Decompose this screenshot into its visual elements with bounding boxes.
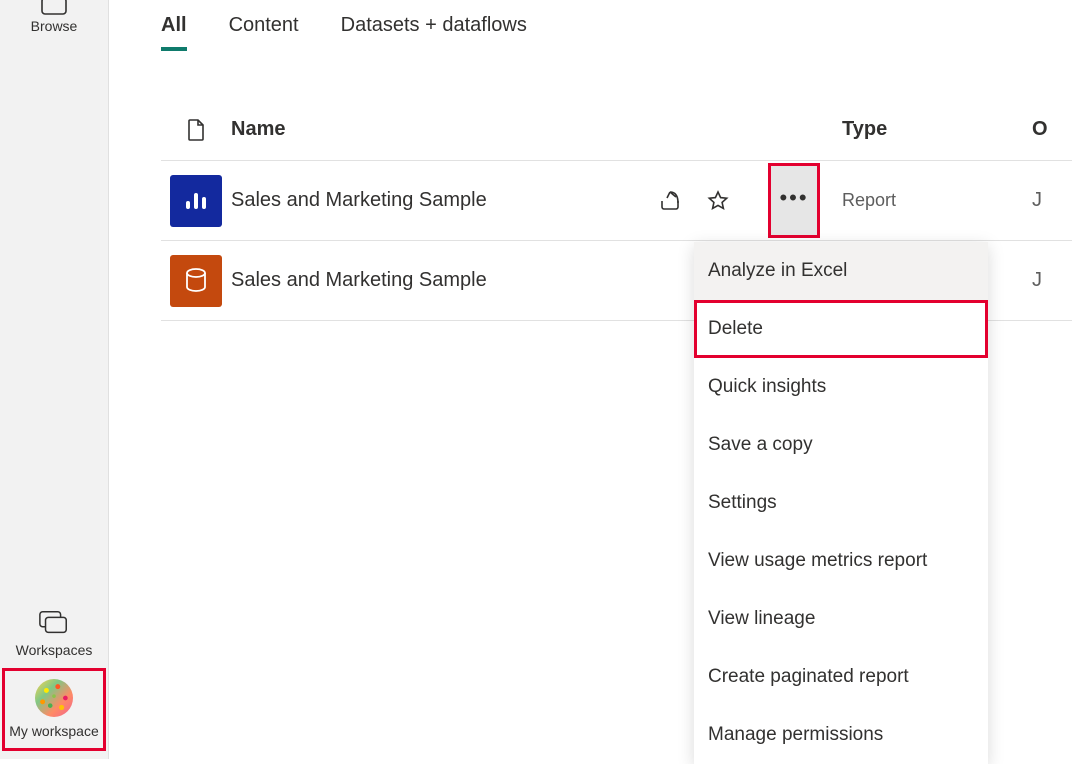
- menu-item-quick-insights[interactable]: Quick insights: [694, 358, 988, 416]
- file-icon: [186, 118, 206, 142]
- menu-item-save-copy[interactable]: Save a copy: [694, 416, 988, 474]
- avatar: [35, 679, 73, 717]
- share-button[interactable]: [650, 181, 690, 221]
- header-name[interactable]: Name: [231, 118, 650, 141]
- workspaces-icon: [38, 608, 70, 638]
- more-icon: •••: [779, 187, 808, 209]
- tabs: All Content Datasets + dataflows: [161, 0, 1072, 51]
- row-icon-col: [161, 175, 231, 227]
- row-name[interactable]: Sales and Marketing Sample: [231, 269, 650, 292]
- menu-item-analyze-excel[interactable]: Analyze in Excel: [694, 242, 988, 300]
- browse-label: Browse: [31, 18, 78, 35]
- header-type[interactable]: Type: [842, 118, 1032, 141]
- row-actions: •••: [650, 163, 842, 238]
- tab-content[interactable]: Content: [229, 14, 299, 51]
- row-icon-col: [161, 255, 231, 307]
- table-row[interactable]: Sales and Marketing Sample ••• Re: [161, 161, 1072, 241]
- share-icon: [659, 190, 681, 212]
- row-end: J: [1032, 269, 1072, 292]
- favorite-button[interactable]: [698, 181, 738, 221]
- tab-all[interactable]: All: [161, 14, 187, 51]
- sidebar: Browse Workspaces My workspace: [0, 0, 109, 759]
- header-end[interactable]: O: [1032, 118, 1072, 141]
- menu-item-paginated-report[interactable]: Create paginated report: [694, 648, 988, 706]
- star-icon: [707, 190, 729, 212]
- menu-item-settings[interactable]: Settings: [694, 474, 988, 532]
- tab-datasets-dataflows[interactable]: Datasets + dataflows: [341, 14, 527, 51]
- menu-item-view-lineage[interactable]: View lineage: [694, 590, 988, 648]
- sidebar-top: Browse: [0, 0, 108, 45]
- table-header: Name Type O: [161, 99, 1072, 161]
- menu-item-manage-permissions[interactable]: Manage permissions: [694, 706, 988, 764]
- sidebar-bottom: Workspaces My workspace: [0, 600, 108, 760]
- row-type: Report: [842, 190, 1032, 211]
- sidebar-item-my-workspace[interactable]: My workspace: [2, 668, 106, 752]
- main-content: All Content Datasets + dataflows Name Ty…: [109, 0, 1072, 759]
- sidebar-item-browse[interactable]: Browse: [0, 0, 108, 45]
- browse-icon: [40, 0, 68, 16]
- menu-item-usage-metrics[interactable]: View usage metrics report: [694, 532, 988, 590]
- row-name[interactable]: Sales and Marketing Sample: [231, 189, 650, 212]
- menu-item-delete[interactable]: Delete: [694, 300, 988, 358]
- more-options-button[interactable]: •••: [768, 163, 820, 238]
- workspaces-label: Workspaces: [16, 642, 93, 658]
- my-workspace-label: My workspace: [9, 723, 98, 741]
- dataset-icon: [170, 255, 222, 307]
- report-icon: [170, 175, 222, 227]
- sidebar-item-workspaces[interactable]: Workspaces: [0, 600, 108, 668]
- row-end: J: [1032, 189, 1072, 212]
- header-icon-col: [161, 118, 231, 142]
- context-menu: Analyze in Excel Delete Quick insights S…: [694, 242, 988, 764]
